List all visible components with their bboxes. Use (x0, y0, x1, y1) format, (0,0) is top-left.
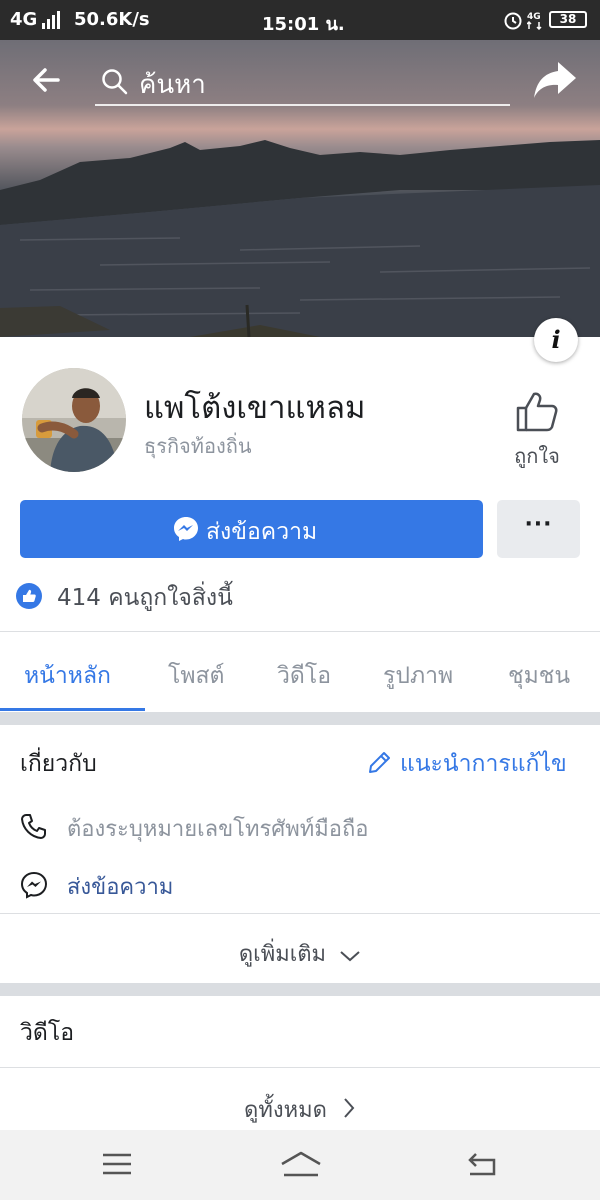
svg-text:4G: 4G (527, 12, 541, 22)
messenger-link: ส่งข้อความ (67, 875, 174, 900)
battery-level: 38 (559, 12, 577, 26)
about-heading: เกี่ยวกับ (20, 751, 97, 777)
thumbs-up-icon (516, 392, 558, 432)
battery-icon: 38 (549, 11, 587, 28)
phone-icon (21, 814, 46, 839)
home-icon[interactable] (280, 1150, 322, 1178)
more-icon: ··· (524, 512, 553, 537)
network-speed: 50.6K/s (74, 9, 150, 30)
tab-photos[interactable]: รูปภาพ (383, 658, 453, 694)
send-message-label: ส่งข้อความ (206, 519, 318, 545)
see-all-label: ดูทั้งหมด (244, 1098, 327, 1123)
back-nav-icon[interactable] (466, 1150, 498, 1178)
page-tabs: หน้าหลัก โพสต์ วิดีโอ รูปภาพ ชุมชน (0, 631, 600, 712)
messenger-outline-icon (20, 871, 48, 899)
more-options-button[interactable]: ··· (497, 500, 580, 558)
signal-icon (42, 11, 60, 29)
info-button[interactable]: i (534, 318, 578, 362)
likes-summary[interactable]: 414 คนถูกใจสิ่งนี้ (16, 580, 516, 612)
phone-row[interactable]: ต้องระบุหมายเลขโทรศัพท์มือถือ (20, 811, 580, 843)
tab-home[interactable]: หน้าหลัก (24, 658, 111, 694)
menu-icon[interactable] (102, 1152, 132, 1176)
phone-required-text: ต้องระบุหมายเลขโทรศัพท์มือถือ (67, 817, 369, 842)
share-button[interactable] (532, 58, 578, 102)
back-arrow-icon (33, 68, 60, 92)
info-icon: i (551, 325, 561, 354)
alarm-icon (504, 12, 522, 30)
status-bar: 4G 50.6K/s 15:01 น. 4G 38 (0, 0, 600, 40)
active-tab-indicator (0, 708, 145, 711)
section-divider (0, 983, 600, 996)
page-title: แพโต้งเขาแหลม (144, 390, 366, 426)
tab-videos[interactable]: วิดีโอ (277, 658, 331, 694)
profile-picture[interactable] (22, 368, 126, 472)
search-placeholder: ค้นหา (139, 70, 206, 100)
system-nav-bar (0, 1130, 600, 1200)
like-badge-icon (16, 583, 42, 609)
see-more-button[interactable]: ดูเพิ่มเติม (0, 913, 600, 984)
search-bar[interactable]: ค้นหา (95, 58, 510, 106)
network-type: 4G (10, 9, 38, 30)
suggest-edit-label: แนะนำการแก้ไข (400, 751, 567, 777)
see-all-button[interactable]: ดูทั้งหมด (0, 1067, 600, 1130)
chevron-down-icon (340, 951, 360, 962)
send-message-button[interactable]: ส่งข้อความ (20, 500, 483, 558)
pencil-icon (369, 752, 390, 773)
videos-heading: วิดีโอ (20, 1020, 75, 1046)
page-category[interactable]: ธุรกิจท้องถิ่น (144, 430, 252, 462)
likes-count-text: 414 คนถูกใจสิ่งนี้ (57, 585, 233, 611)
like-page-button[interactable]: ถูกใจ (502, 390, 572, 470)
back-button[interactable] (28, 62, 64, 98)
tab-community[interactable]: ชุมชน (508, 658, 570, 694)
section-divider (0, 712, 600, 725)
see-more-label: ดูเพิ่มเติม (238, 942, 327, 967)
like-label: ถูกใจ (514, 444, 560, 468)
messenger-icon (174, 517, 198, 541)
lte-icon: 4G (527, 12, 542, 30)
chevron-right-icon (344, 1098, 355, 1118)
messenger-row[interactable]: ส่งข้อความ (20, 869, 580, 901)
tab-posts[interactable]: โพสต์ (168, 658, 225, 694)
clock: 15:01 น. (262, 14, 345, 35)
share-arrow-icon (534, 62, 576, 98)
search-icon (102, 69, 128, 95)
